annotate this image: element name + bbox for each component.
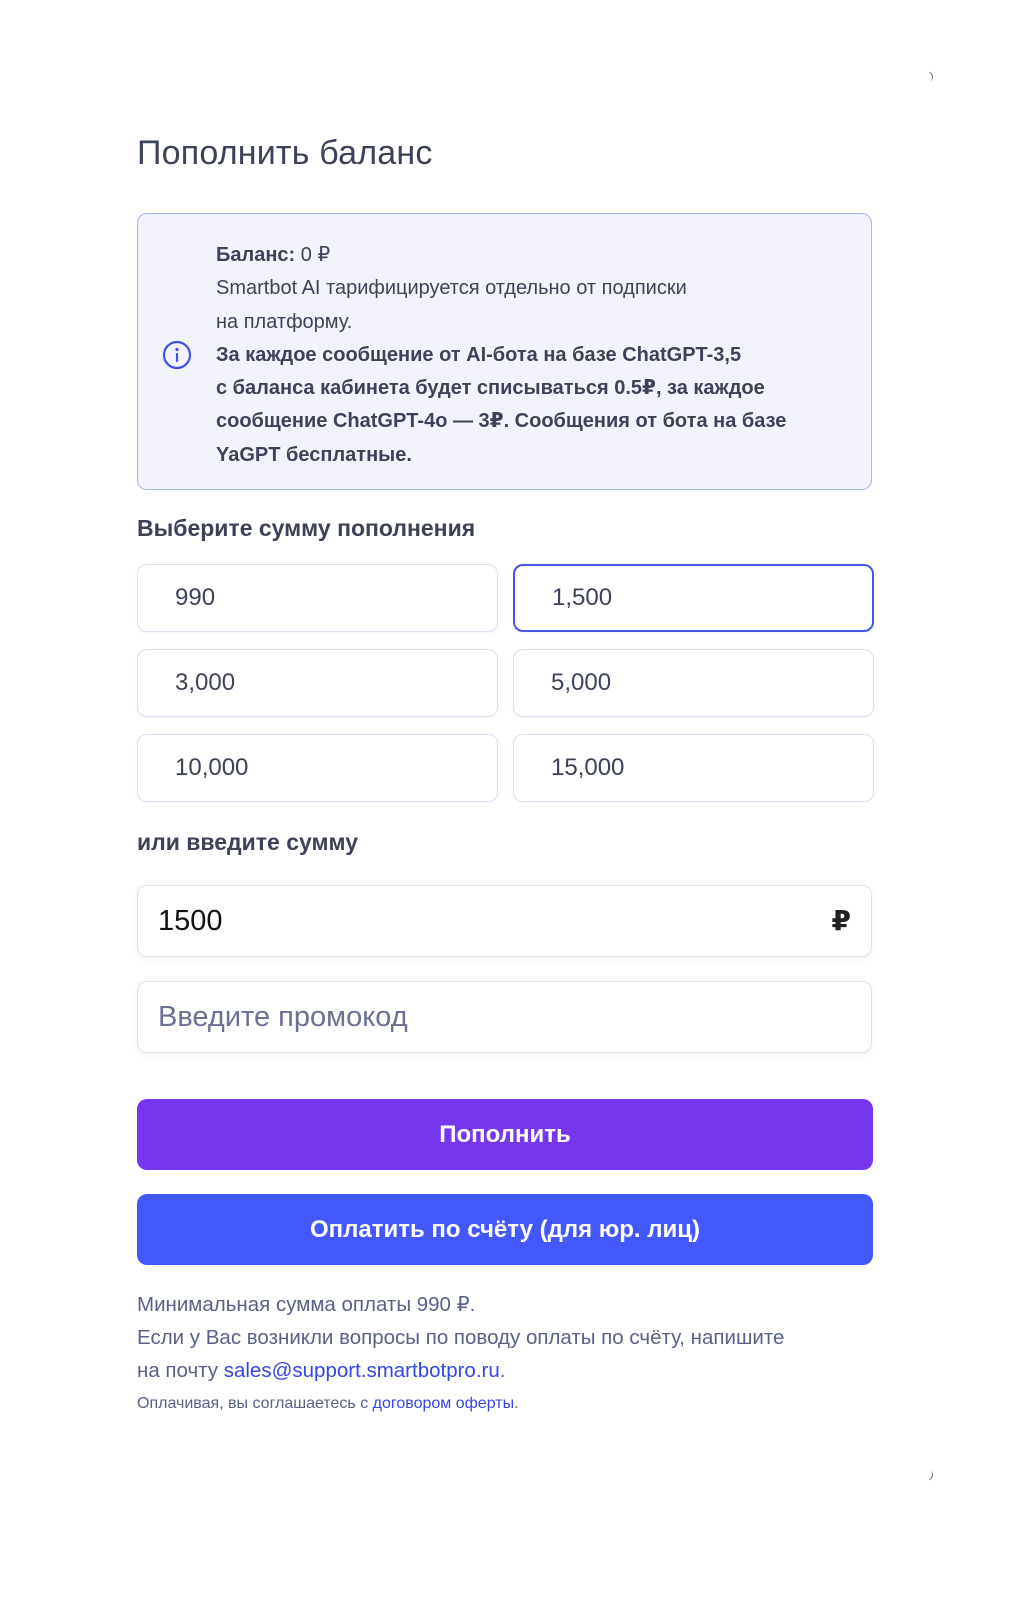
- offer-contract-link[interactable]: договором оферты: [373, 1395, 514, 1412]
- email-suffix: .: [499, 1359, 506, 1382]
- questions-note: Если у Вас возникли вопросы по поводу оп…: [137, 1326, 785, 1349]
- invoice-payment-button[interactable]: Оплатить по счёту (для юр. лиц): [137, 1194, 873, 1265]
- amount-option-990[interactable]: 990: [137, 564, 498, 632]
- agree-suffix: .: [514, 1395, 519, 1412]
- info-line: на платформу.: [216, 310, 353, 333]
- email-prefix: на почту: [137, 1359, 224, 1382]
- balance-value: 0 ₽: [300, 244, 331, 266]
- email-line: на почту sales@support.smartbotpro.ru.: [137, 1354, 877, 1387]
- balance-label: Баланс:: [216, 244, 296, 266]
- info-circle-icon: [162, 340, 192, 370]
- info-bold-line: За каждое сообщение от AI-бота на базе C…: [216, 343, 742, 366]
- enter-amount-label: или введите сумму: [137, 829, 359, 855]
- topup-page: Пополнить баланс Баланс: 0 ₽ Smartbot AI…: [0, 0, 1035, 1600]
- amount-option-3000[interactable]: 3,000: [137, 649, 498, 717]
- page-title: Пополнить баланс: [137, 134, 433, 172]
- amount-field: ₽: [137, 885, 872, 957]
- info-bold-line: с баланса кабинета будет списываться 0.5…: [216, 377, 765, 400]
- offer-agreement-note: Оплачивая, вы соглашаетесь с договором о…: [137, 1395, 519, 1413]
- balance-line: Баланс: 0 ₽: [216, 239, 836, 272]
- amount-option-5000[interactable]: 5,000: [513, 649, 874, 717]
- sales-email-link[interactable]: sales@support.smartbotpro.ru: [224, 1359, 500, 1382]
- agree-prefix: Оплачивая, вы соглашаетесь с: [137, 1395, 373, 1412]
- promo-input[interactable]: [158, 982, 798, 1052]
- topup-button[interactable]: Пополнить: [137, 1099, 873, 1170]
- info-box: Баланс: 0 ₽ Smartbot AI тарифицируется о…: [137, 213, 872, 490]
- info-bold-line: YaGPT бесплатные.: [216, 443, 412, 466]
- payment-notes: Минимальная сумма оплаты 990 ₽. Если у В…: [137, 1288, 877, 1387]
- info-line: Smartbot AI тарифицируется отдельно от п…: [216, 277, 687, 300]
- info-text: Баланс: 0 ₽ Smartbot AI тарифицируется о…: [216, 239, 836, 472]
- info-bold-line: сообщение ChatGPT-4o — 3₽. Сообщения от …: [216, 410, 787, 433]
- corner-decoration: [920, 1468, 935, 1482]
- min-amount-note: Минимальная сумма оплаты 990 ₽.: [137, 1293, 476, 1316]
- currency-sign: ₽: [831, 905, 851, 936]
- amount-option-1500[interactable]: 1,500: [513, 564, 874, 632]
- amount-input[interactable]: [158, 886, 798, 956]
- choose-amount-label: Выберите сумму пополнения: [137, 515, 476, 541]
- amount-option-10000[interactable]: 10,000: [137, 734, 498, 802]
- promo-field: [137, 981, 872, 1053]
- corner-decoration: [920, 70, 935, 84]
- amount-option-15000[interactable]: 15,000: [513, 734, 874, 802]
